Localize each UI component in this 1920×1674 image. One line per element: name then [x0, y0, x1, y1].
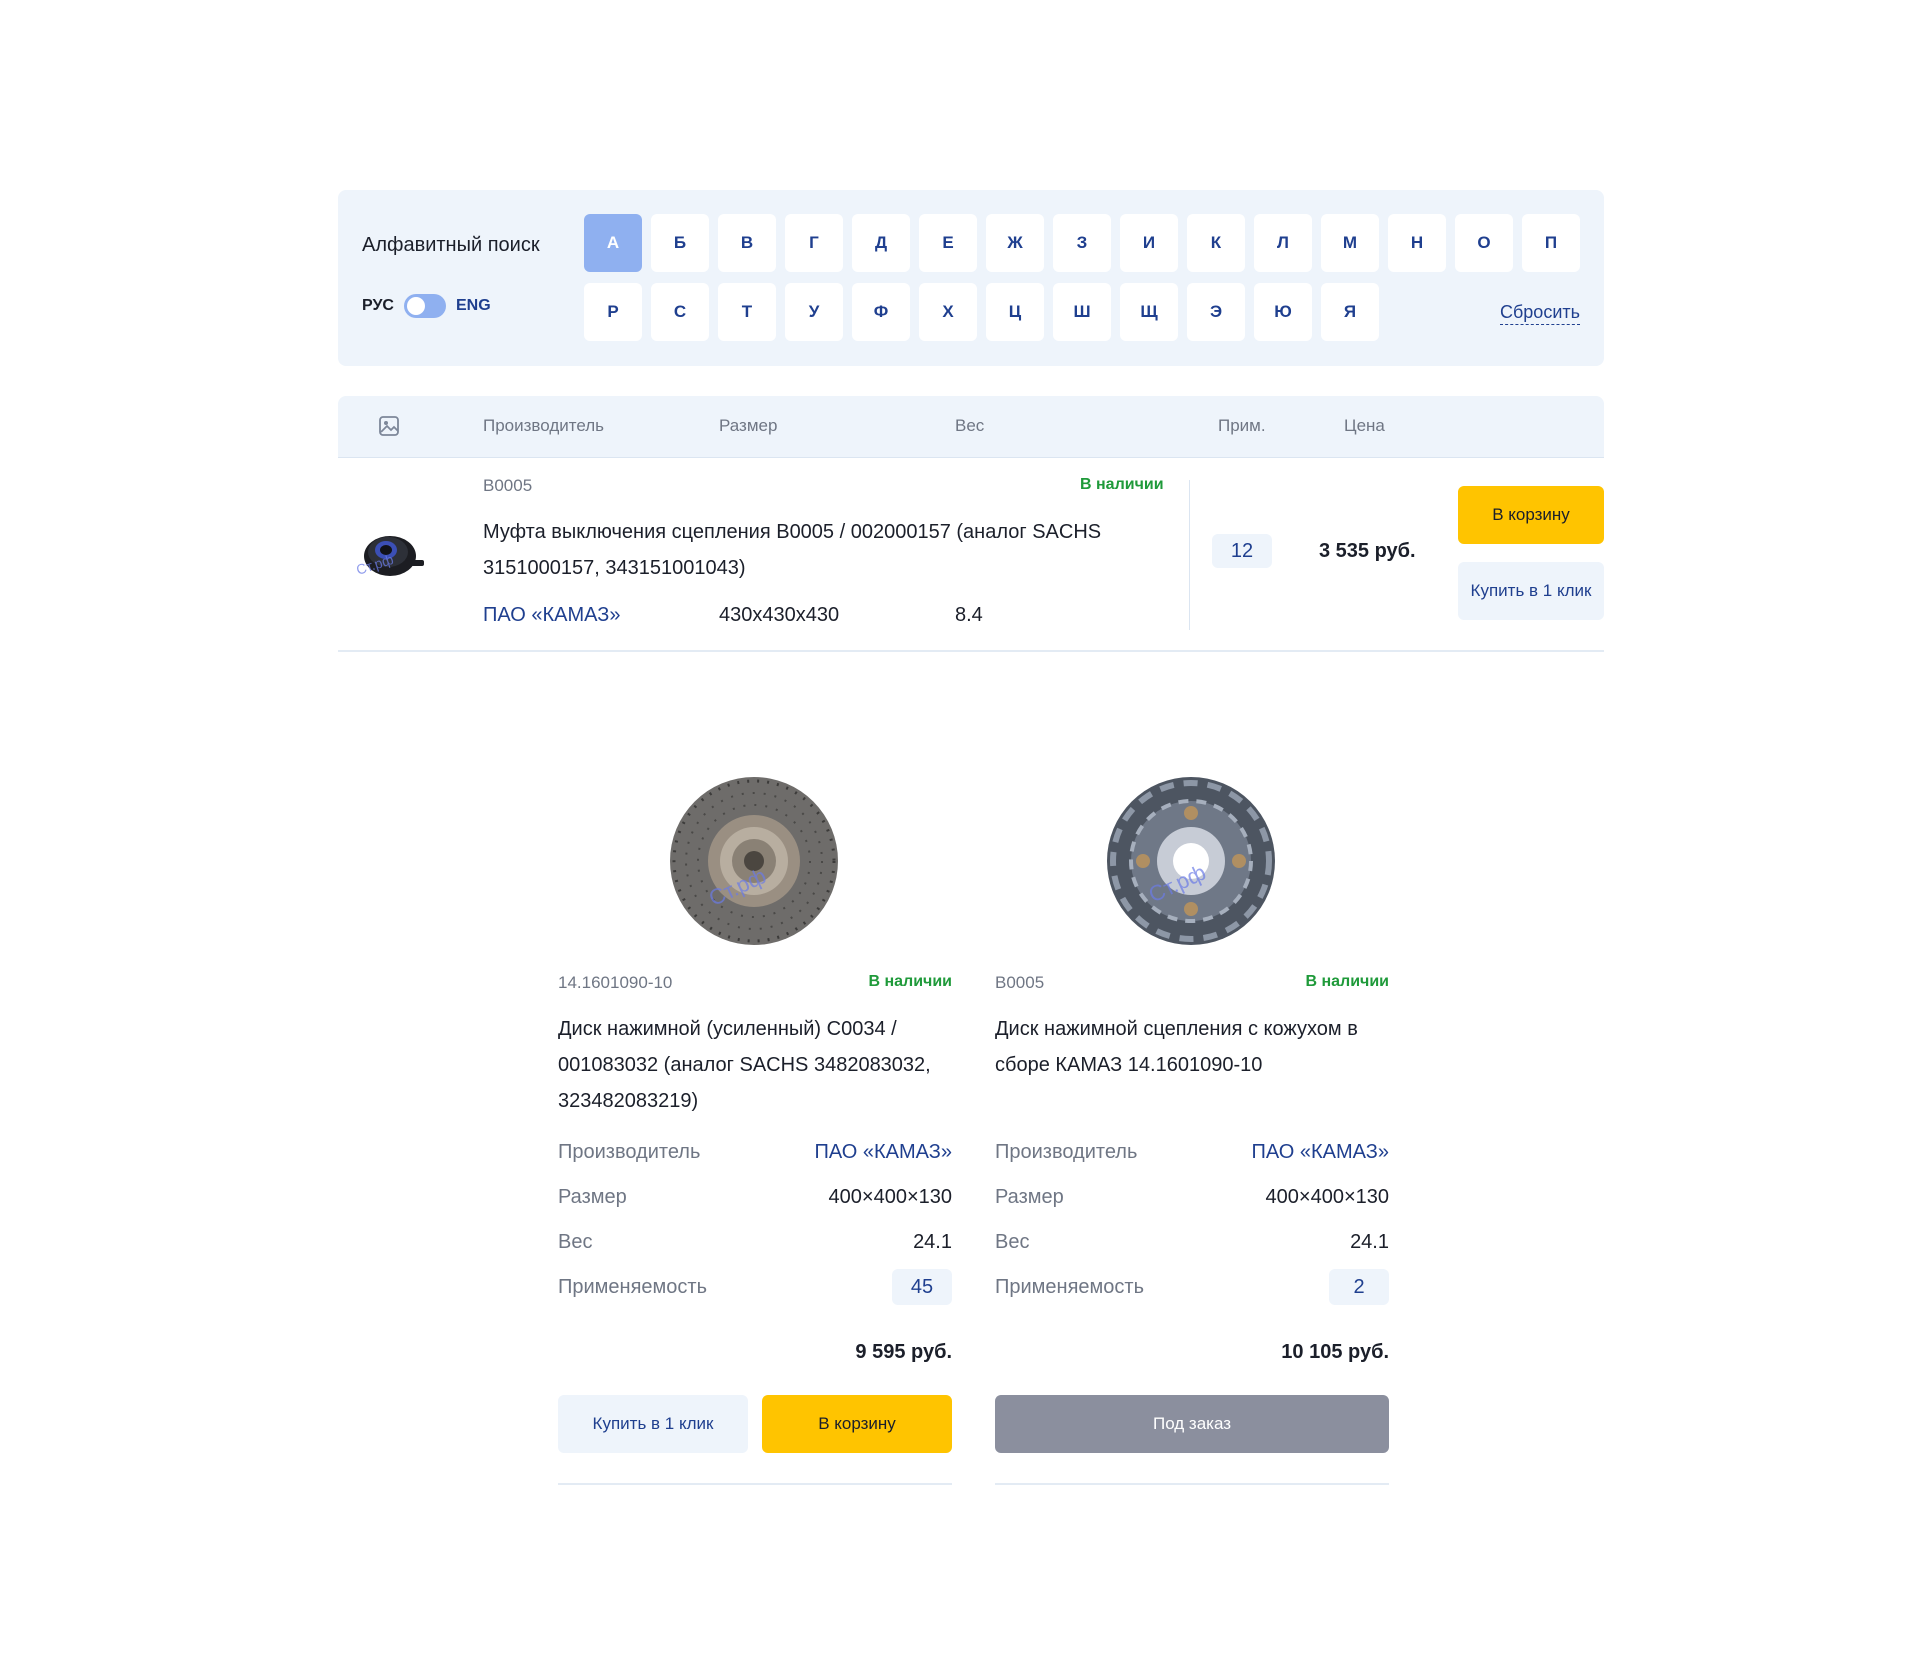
lang-ru-label[interactable]: РУС	[362, 297, 394, 315]
header-weight[interactable]: Вес	[955, 416, 984, 436]
pre-order-button[interactable]: Под заказ	[995, 1395, 1389, 1453]
table-header: Производитель Размер Вес Прим. Цена	[338, 396, 1604, 458]
letter-button[interactable]: В	[718, 214, 776, 272]
product-size: 430x430x430	[719, 604, 840, 626]
letter-button[interactable]: Ц	[986, 283, 1044, 341]
image-icon	[379, 416, 399, 436]
letter-button[interactable]: Г	[785, 214, 843, 272]
product-image-bearing[interactable]: Ст.рф	[346, 512, 434, 588]
letter-button[interactable]: Т	[718, 283, 776, 341]
spec-row-weight: Вес 24.1	[558, 1225, 952, 1259]
product-weight: 24.1	[1350, 1230, 1389, 1253]
spec-label: Применяемость	[558, 1275, 707, 1298]
spec-row-size: Размер 400×400×130	[558, 1180, 952, 1214]
letter-button[interactable]: С	[651, 283, 709, 341]
product-sku: B0005	[995, 973, 1045, 992]
letter-button[interactable]: Ф	[852, 283, 910, 341]
language-switch[interactable]: РУС ENG	[362, 294, 491, 318]
product-price: 9 595 руб.	[855, 1341, 952, 1363]
spec-label: Размер	[558, 1185, 627, 1208]
letter-button[interactable]: Л	[1254, 214, 1312, 272]
reset-link[interactable]: Сбросить	[1499, 302, 1580, 325]
letter-button[interactable]: Б	[651, 214, 709, 272]
product-price: 3 535 руб.	[1319, 540, 1416, 562]
letter-button[interactable]: Х	[919, 283, 977, 341]
product-maker-link[interactable]: ПАО «КАМАЗ»	[815, 1141, 952, 1164]
add-to-cart-button[interactable]: В корзину	[1458, 486, 1604, 544]
letter-button[interactable]: Э	[1187, 283, 1245, 341]
letter-button[interactable]: Щ	[1120, 283, 1178, 341]
letter-row-1: А Б В Г Д Е Ж З И К Л М Н О П	[584, 214, 1582, 272]
letter-button[interactable]: О	[1455, 214, 1513, 272]
spec-row-applicability: Применяемость 45	[558, 1269, 952, 1305]
product-image-pressure-plate[interactable]: Ст.рф	[1105, 775, 1277, 947]
buy-one-click-button[interactable]: Купить в 1 клик	[558, 1395, 748, 1453]
spec-row-maker: Производитель ПАО «КАМАЗ»	[558, 1135, 952, 1169]
stock-status: В наличии	[868, 973, 952, 990]
spec-label: Размер	[995, 1185, 1064, 1208]
buy-one-click-button[interactable]: Купить в 1 клик	[1458, 562, 1604, 620]
table-row: Ст.рф B0005 В наличии Муфта выключения с…	[338, 458, 1604, 652]
spec-row-applicability: Применяемость 2	[995, 1269, 1389, 1305]
letter-button[interactable]: З	[1053, 214, 1111, 272]
alphabet-search-panel: Алфавитный поиск РУС ENG А Б В Г Д Е Ж З…	[338, 190, 1604, 366]
letter-button[interactable]: Н	[1388, 214, 1446, 272]
letter-button[interactable]: Я	[1321, 283, 1379, 341]
spec-label: Вес	[558, 1230, 593, 1253]
letter-button[interactable]: Ш	[1053, 283, 1111, 341]
product-card: Ст.рф B0005 В наличии Диск нажимной сцеп…	[995, 775, 1389, 1485]
applicability-badge[interactable]: 45	[892, 1269, 952, 1305]
spec-label: Производитель	[995, 1140, 1138, 1163]
product-title[interactable]: Муфта выключения сцепления B0005 / 00200…	[483, 514, 1183, 586]
letter-button[interactable]: Ж	[986, 214, 1044, 272]
letter-button[interactable]: Д	[852, 214, 910, 272]
letter-grid: А Б В Г Д Е Ж З И К Л М Н О П Р С Т У Ф …	[584, 214, 1582, 352]
product-card: Ст.рф 14.1601090-10 В наличии Диск нажим…	[558, 775, 952, 1485]
product-size: 400×400×130	[1265, 1185, 1389, 1208]
product-sku: B0005	[483, 476, 533, 495]
applicability-badge[interactable]: 2	[1329, 1269, 1389, 1305]
product-maker-link[interactable]: ПАО «КАМАЗ»	[483, 604, 620, 627]
add-to-cart-button[interactable]: В корзину	[762, 1395, 952, 1453]
letter-button[interactable]: М	[1321, 214, 1379, 272]
letter-button[interactable]: Е	[919, 214, 977, 272]
spec-row-weight: Вес 24.1	[995, 1225, 1389, 1259]
product-title[interactable]: Диск нажимной (усиленный) C0034 / 001083…	[558, 1011, 952, 1119]
letter-button[interactable]: Р	[584, 283, 642, 341]
toggle-knob	[406, 297, 425, 315]
letter-button[interactable]: К	[1187, 214, 1245, 272]
lang-en-label[interactable]: ENG	[456, 297, 491, 315]
spec-label: Производитель	[558, 1140, 701, 1163]
alphabet-search-title: Алфавитный поиск	[362, 234, 540, 256]
header-size[interactable]: Размер	[719, 416, 777, 436]
applicability-badge[interactable]: 12	[1212, 534, 1272, 568]
product-title[interactable]: Диск нажимной сцепления с кожухом в сбор…	[995, 1011, 1389, 1083]
letter-button[interactable]: А	[584, 214, 642, 272]
spec-row-maker: Производитель ПАО «КАМАЗ»	[995, 1135, 1389, 1169]
product-weight: 24.1	[913, 1230, 952, 1253]
header-price[interactable]: Цена	[1344, 416, 1385, 436]
letter-row-2: Р С Т У Ф Х Ц Ш Щ Э Ю Я	[584, 283, 1582, 341]
letter-button[interactable]: И	[1120, 214, 1178, 272]
stock-status: В наличии	[1305, 973, 1389, 990]
letter-button[interactable]: У	[785, 283, 843, 341]
product-size: 400×400×130	[828, 1185, 952, 1208]
letter-button[interactable]: Ю	[1254, 283, 1312, 341]
spec-row-size: Размер 400×400×130	[995, 1180, 1389, 1214]
product-weight: 8.4	[955, 604, 983, 626]
spec-label: Вес	[995, 1230, 1030, 1253]
product-image-clutch-disc[interactable]: Ст.рф	[668, 775, 840, 947]
stock-status: В наличии	[1080, 476, 1164, 493]
product-price: 10 105 руб.	[1281, 1341, 1389, 1363]
header-maker[interactable]: Производитель	[483, 416, 604, 436]
product-sku: 14.1601090-10	[558, 973, 673, 992]
language-toggle[interactable]	[403, 294, 446, 318]
spec-label: Применяемость	[995, 1275, 1144, 1298]
header-applicability[interactable]: Прим.	[1218, 416, 1266, 436]
product-maker-link[interactable]: ПАО «КАМАЗ»	[1252, 1141, 1389, 1164]
row-divider	[1189, 480, 1190, 630]
letter-button[interactable]: П	[1522, 214, 1580, 272]
